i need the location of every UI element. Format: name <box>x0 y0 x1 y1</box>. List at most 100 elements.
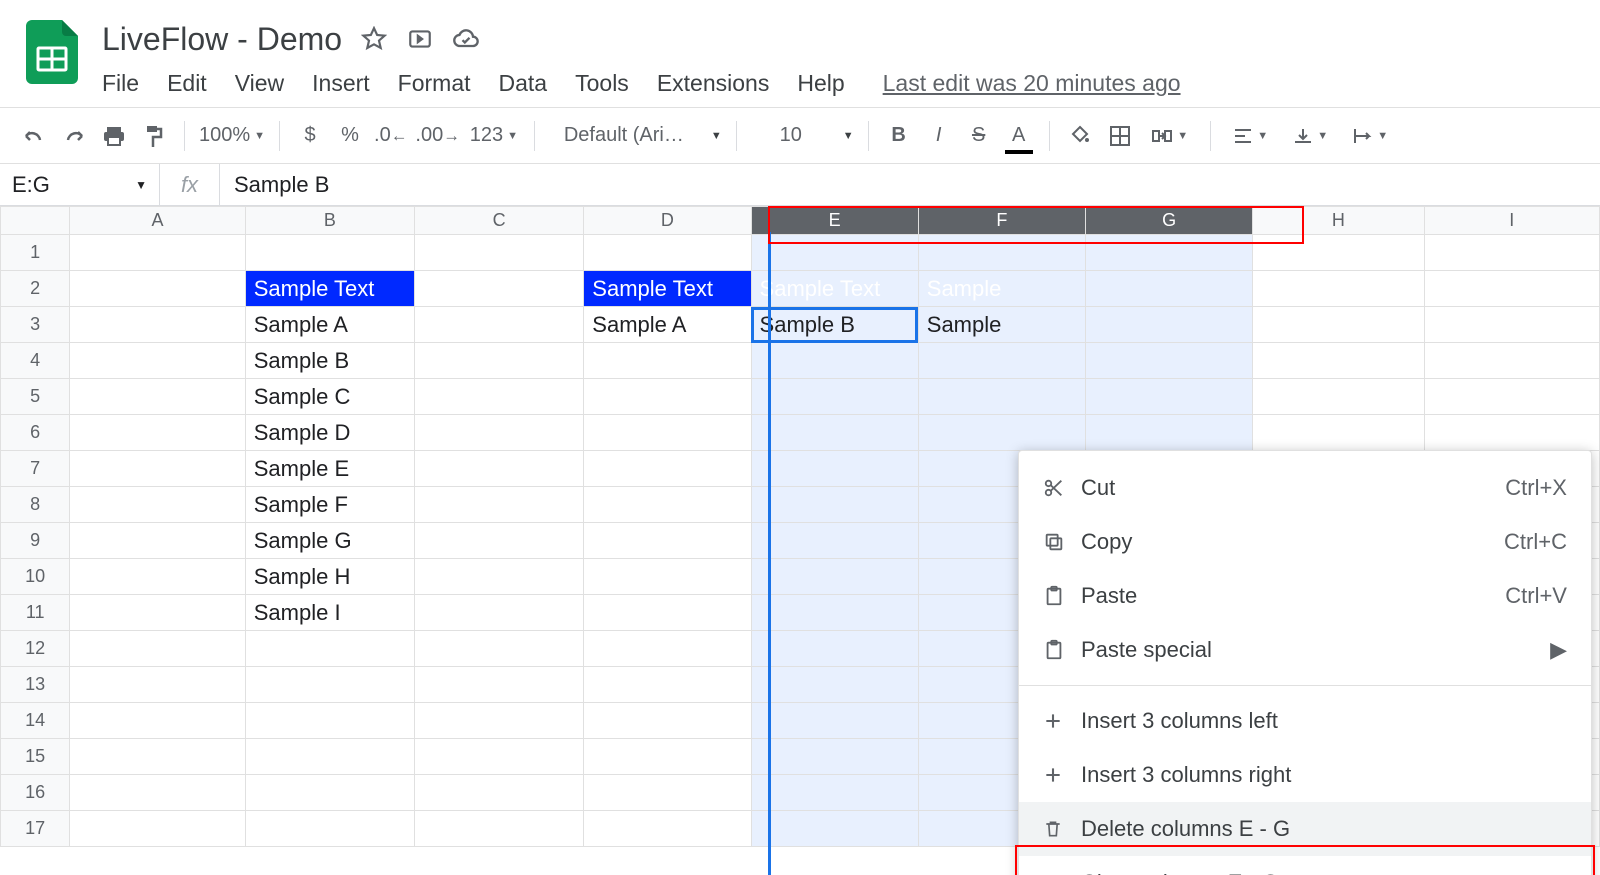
cell-D8[interactable] <box>584 487 751 523</box>
cell-F4[interactable] <box>918 343 1085 379</box>
cell-C4[interactable] <box>415 343 584 379</box>
cell-E5[interactable] <box>751 379 918 415</box>
cell-F3[interactable]: Sample <box>918 307 1085 343</box>
select-all-corner[interactable] <box>1 207 70 235</box>
cell-C2[interactable] <box>415 271 584 307</box>
cell-B9[interactable]: Sample G <box>245 523 414 559</box>
cell-D14[interactable] <box>584 703 751 739</box>
cell-D3[interactable]: Sample A <box>584 307 751 343</box>
cell-H1[interactable] <box>1253 235 1424 271</box>
cell-B13[interactable] <box>245 667 414 703</box>
cell-D17[interactable] <box>584 811 751 847</box>
grid-row[interactable]: 2Sample TextSample TextSample TextSample <box>1 271 1600 307</box>
cell-A1[interactable] <box>70 235 245 271</box>
cell-F5[interactable] <box>918 379 1085 415</box>
cell-A13[interactable] <box>70 667 245 703</box>
cell-E14[interactable] <box>751 703 918 739</box>
cell-B17[interactable] <box>245 811 414 847</box>
spreadsheet-grid[interactable]: A B C D E F G H I 12Sample TextSample Te… <box>0 206 1600 847</box>
cell-A10[interactable] <box>70 559 245 595</box>
chevron-down-icon[interactable]: ▼ <box>843 130 854 142</box>
percent-button[interactable]: % <box>334 118 366 154</box>
font-size-select[interactable]: 10 <box>751 118 831 154</box>
cell-I4[interactable] <box>1424 343 1599 379</box>
cell-D16[interactable] <box>584 775 751 811</box>
cell-D12[interactable] <box>584 631 751 667</box>
cell-B1[interactable] <box>245 235 414 271</box>
grid-row[interactable]: 5Sample C <box>1 379 1600 415</box>
cell-H2[interactable] <box>1253 271 1424 307</box>
chevron-down-icon[interactable]: ▼ <box>711 130 722 142</box>
cell-E8[interactable] <box>751 487 918 523</box>
col-header-D[interactable]: D <box>584 207 751 235</box>
ctx-paste-special[interactable]: Paste special ▶ <box>1019 623 1591 677</box>
col-header-H[interactable]: H <box>1253 207 1424 235</box>
row-header[interactable]: 17 <box>1 811 70 847</box>
cell-A17[interactable] <box>70 811 245 847</box>
row-header[interactable]: 1 <box>1 235 70 271</box>
cell-I2[interactable] <box>1424 271 1599 307</box>
cell-D2[interactable]: Sample Text <box>584 271 751 307</box>
cell-E12[interactable] <box>751 631 918 667</box>
cell-G4[interactable] <box>1086 343 1253 379</box>
col-header-C[interactable]: C <box>415 207 584 235</box>
row-header[interactable]: 7 <box>1 451 70 487</box>
cell-E17[interactable] <box>751 811 918 847</box>
cell-A4[interactable] <box>70 343 245 379</box>
grid-row[interactable]: 4Sample B <box>1 343 1600 379</box>
cell-G6[interactable] <box>1086 415 1253 451</box>
ctx-insert-left[interactable]: Insert 3 columns left <box>1019 694 1591 748</box>
cell-H5[interactable] <box>1253 379 1424 415</box>
cell-H6[interactable] <box>1253 415 1424 451</box>
cell-C15[interactable] <box>415 739 584 775</box>
row-header[interactable]: 6 <box>1 415 70 451</box>
cell-I5[interactable] <box>1424 379 1599 415</box>
ctx-delete-columns[interactable]: Delete columns E - G <box>1019 802 1591 856</box>
row-header[interactable]: 4 <box>1 343 70 379</box>
col-header-F[interactable]: F <box>918 207 1085 235</box>
cell-A8[interactable] <box>70 487 245 523</box>
cell-B5[interactable]: Sample C <box>245 379 414 415</box>
cell-G1[interactable] <box>1086 235 1253 271</box>
sheets-logo-icon[interactable] <box>24 16 80 88</box>
chevron-down-icon[interactable]: ▼ <box>135 178 147 192</box>
cell-E10[interactable] <box>751 559 918 595</box>
text-color-button[interactable]: A <box>1003 118 1035 154</box>
cell-D15[interactable] <box>584 739 751 775</box>
italic-button[interactable]: I <box>923 118 955 154</box>
cell-D13[interactable] <box>584 667 751 703</box>
cell-A5[interactable] <box>70 379 245 415</box>
cell-B14[interactable] <box>245 703 414 739</box>
ctx-paste[interactable]: Paste Ctrl+V <box>1019 569 1591 623</box>
cell-F1[interactable] <box>918 235 1085 271</box>
cell-B7[interactable]: Sample E <box>245 451 414 487</box>
number-format-select[interactable]: 123▼ <box>468 118 520 154</box>
row-header[interactable]: 12 <box>1 631 70 667</box>
cell-D11[interactable] <box>584 595 751 631</box>
cell-E16[interactable] <box>751 775 918 811</box>
cell-E6[interactable] <box>751 415 918 451</box>
horizontal-align-button[interactable]: ▼ <box>1225 118 1277 154</box>
cell-B2[interactable]: Sample Text <box>245 271 414 307</box>
cell-D4[interactable] <box>584 343 751 379</box>
cell-C6[interactable] <box>415 415 584 451</box>
doc-title[interactable]: LiveFlow - Demo <box>102 21 342 58</box>
redo-icon[interactable] <box>58 118 90 154</box>
cell-B15[interactable] <box>245 739 414 775</box>
cell-E1[interactable] <box>751 235 918 271</box>
cell-G2[interactable] <box>1086 271 1253 307</box>
cell-A9[interactable] <box>70 523 245 559</box>
cell-B6[interactable]: Sample D <box>245 415 414 451</box>
cell-D5[interactable] <box>584 379 751 415</box>
cell-A6[interactable] <box>70 415 245 451</box>
menu-insert[interactable]: Insert <box>312 70 370 97</box>
cell-B8[interactable]: Sample F <box>245 487 414 523</box>
col-header-G[interactable]: G <box>1086 207 1253 235</box>
cell-C7[interactable] <box>415 451 584 487</box>
currency-button[interactable]: $ <box>294 118 326 154</box>
cell-E3[interactable]: Sample B <box>751 307 918 343</box>
cell-I6[interactable] <box>1424 415 1599 451</box>
row-header[interactable]: 14 <box>1 703 70 739</box>
cell-C8[interactable] <box>415 487 584 523</box>
ctx-copy[interactable]: Copy Ctrl+C <box>1019 515 1591 569</box>
